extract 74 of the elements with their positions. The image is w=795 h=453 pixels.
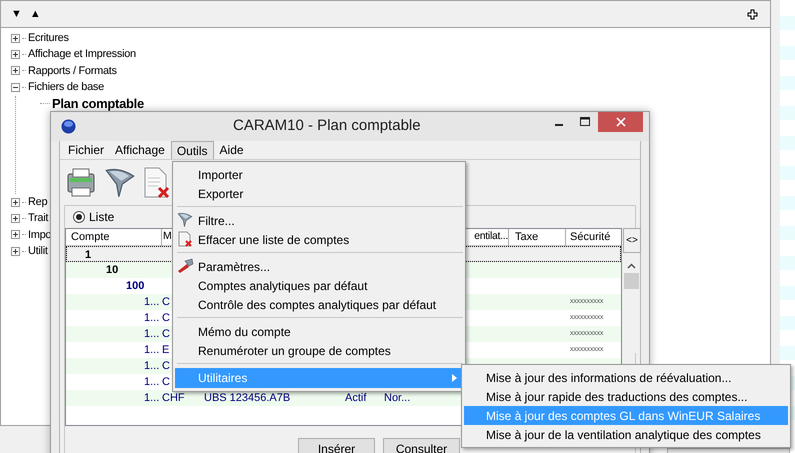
currency-cell-text: C xyxy=(162,295,170,310)
menu-item[interactable]: Mise à jour rapide des traductions des comptes... xyxy=(464,387,788,406)
expand-icon[interactable] xyxy=(11,66,20,76)
account-number: 1... xyxy=(144,343,160,358)
currency-cell-text: C xyxy=(162,359,170,374)
menu-item[interactable]: Mémo du compte xyxy=(175,322,463,341)
expand-icon[interactable] xyxy=(11,246,20,256)
menu-item[interactable]: Exporter xyxy=(175,184,463,203)
currency-cell-text: C xyxy=(162,375,170,390)
app-icon xyxy=(61,119,76,134)
expand-icon[interactable] xyxy=(11,230,20,240)
menu-bar-item[interactable]: Fichier xyxy=(63,141,110,159)
scrollbar[interactable] xyxy=(623,253,640,353)
funnel-icon xyxy=(104,166,136,198)
menu-item[interactable]: Comptes analytiques par défaut xyxy=(175,276,463,295)
tree-item[interactable]: Ecritures xyxy=(28,30,69,46)
radio-label: Liste xyxy=(89,209,114,226)
tree-item[interactable]: Fichiers de base xyxy=(28,79,104,96)
tree-item[interactable]: Plan comptable xyxy=(52,96,144,112)
collapse-icon[interactable] xyxy=(11,82,20,92)
tree-item[interactable]: Rep xyxy=(28,194,48,210)
currency-cell-text: E xyxy=(162,343,170,358)
tree-item[interactable]: Utilit xyxy=(28,243,48,260)
dialog-button[interactable]: Insérer xyxy=(298,438,375,453)
menu-item[interactable]: Contrôle des comptes analytiques par défaut xyxy=(175,295,463,314)
description-cell-text: UBS 123456.A7B xyxy=(204,391,290,406)
menu-bar-item[interactable]: Outils xyxy=(170,141,214,159)
currency-cell-text: CHF xyxy=(162,391,185,406)
account-number: 1 xyxy=(85,248,92,263)
dialog-button[interactable]: Consulter xyxy=(383,438,460,453)
menu-bar-item[interactable]: Aide xyxy=(214,141,249,159)
table-cell-text: Nor... xyxy=(384,391,410,406)
document-delete-icon xyxy=(177,231,193,247)
submenu-arrow-icon xyxy=(452,374,457,382)
account-number: 1... xyxy=(144,311,160,326)
expand-icon[interactable] xyxy=(11,198,20,207)
tree-item[interactable]: Affichage et Impression xyxy=(28,46,136,63)
toolbar-button[interactable]: ▼ xyxy=(11,6,22,22)
currency-cell-text: C xyxy=(162,311,170,326)
scroll-toggle-button[interactable]: <> xyxy=(623,228,641,253)
expand-icon[interactable] xyxy=(11,50,20,60)
scroll-thumb[interactable] xyxy=(624,273,639,289)
menu-bar-item[interactable]: Affichage xyxy=(110,141,170,159)
currency-cell-text: C xyxy=(162,327,170,342)
close-icon xyxy=(616,117,626,127)
window-title: CARAM10 - Plan comptable xyxy=(233,116,421,136)
tree-item[interactable]: Trait xyxy=(28,210,48,227)
tree-item[interactable]: Rapports / Formats xyxy=(28,62,117,80)
menu-item[interactable]: Filtre... xyxy=(175,211,463,230)
account-number: 1... xyxy=(144,327,160,342)
status-cell-text: Actif xyxy=(345,391,366,406)
account-number: 10 xyxy=(106,263,118,278)
menu-item[interactable]: Renuméroter un groupe de comptes xyxy=(175,341,463,360)
account-number: 1... xyxy=(144,359,160,374)
account-number: 1... xyxy=(144,375,160,390)
account-number: 1... xyxy=(144,391,160,406)
close-button[interactable] xyxy=(598,112,643,132)
account-number: 100 xyxy=(126,279,144,294)
wand-icon xyxy=(177,258,194,274)
menu-item[interactable]: Paramètres... xyxy=(175,257,463,276)
account-number: 1... xyxy=(144,295,160,310)
menu-item[interactable]: Importer xyxy=(175,165,463,184)
toolbar-button[interactable]: ▲ xyxy=(30,6,41,22)
radio-button[interactable] xyxy=(73,211,85,223)
menu-item[interactable]: Mise à jour des informations de réévaluation... xyxy=(464,368,788,387)
expand-icon[interactable] xyxy=(11,214,20,224)
funnel-icon xyxy=(177,212,193,228)
menu-item[interactable]: Mise à jour de la ventilation analytique des comptes xyxy=(464,425,788,444)
document-delete-icon[interactable] xyxy=(142,166,172,200)
column-header[interactable]: Sécurité xyxy=(566,229,621,246)
scroll-up-icon[interactable] xyxy=(627,263,636,269)
quit-button[interactable] xyxy=(667,448,790,453)
plus-icon[interactable] xyxy=(747,8,758,20)
expand-icon[interactable] xyxy=(11,34,20,43)
